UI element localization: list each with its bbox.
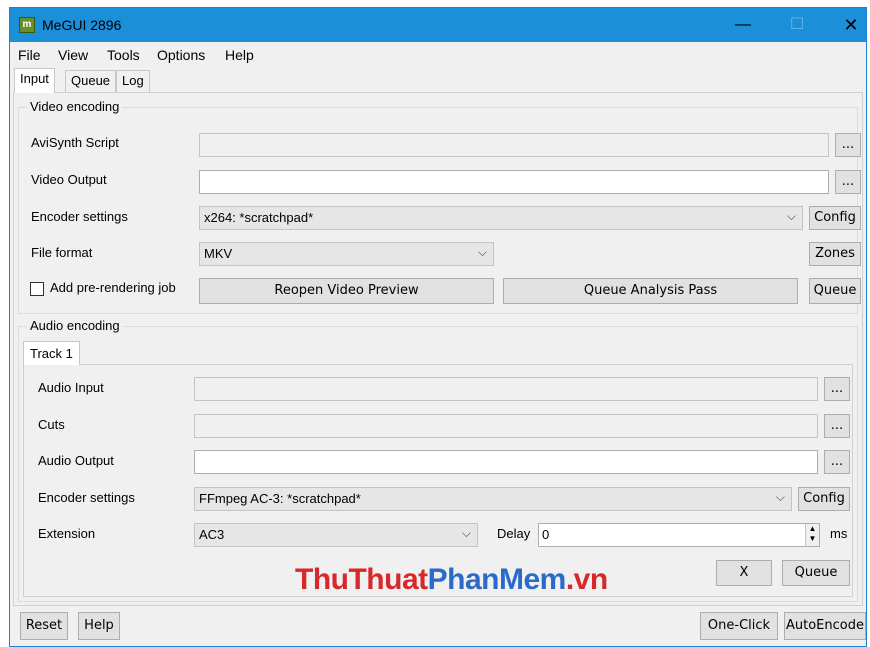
zones-button[interactable]: Zones — [809, 242, 861, 266]
video-output-browse-button[interactable]: ... — [835, 170, 861, 194]
queue-analysis-pass-button[interactable]: Queue Analysis Pass — [503, 278, 798, 304]
cuts-label: Cuts — [38, 417, 65, 432]
auto-encode-button[interactable]: AutoEncode — [784, 612, 866, 640]
audio-input-browse-button[interactable]: ... — [824, 377, 850, 401]
audio-encoding-group: Audio encoding Track 1 Audio Input ... C… — [18, 318, 858, 602]
close-icon[interactable]: ✕ — [828, 8, 870, 42]
video-output-label: Video Output — [31, 172, 107, 187]
delay-value: 0 — [542, 527, 550, 542]
audio-encoder-settings-label: Encoder settings — [38, 490, 135, 505]
minimize-icon[interactable]: — — [720, 8, 766, 42]
extension-value: AC3 — [199, 527, 225, 542]
video-encoder-settings-label: Encoder settings — [31, 209, 128, 224]
chevron-down-icon: ⌵ — [461, 526, 471, 540]
menu-options[interactable]: Options — [157, 47, 205, 63]
audio-encoding-title: Audio encoding — [27, 318, 123, 333]
menu-file[interactable]: File — [18, 47, 41, 63]
tab-queue[interactable]: Queue — [65, 70, 117, 92]
maximize-icon[interactable]: ☐ — [774, 8, 820, 42]
main-tabs: Input Queue Log — [10, 66, 866, 93]
prerender-label: Add pre-rendering job — [50, 280, 176, 295]
megui-app-icon: m — [19, 17, 35, 33]
title-bar: m MeGUI 2896 — ☐ ✕ — [10, 8, 866, 42]
tab-track-1[interactable]: Track 1 — [23, 341, 80, 365]
video-encoder-value: x264: *scratchpad* — [204, 210, 314, 225]
audio-config-button[interactable]: Config — [798, 487, 850, 511]
video-encoding-group: Video encoding AviSynth Script ... Video… — [18, 99, 861, 314]
megui-window: m MeGUI 2896 — ☐ ✕ File View Tools Optio… — [9, 7, 867, 647]
remove-track-button[interactable]: X — [716, 560, 772, 586]
spin-arrows-icon[interactable]: ▲ ▼ — [805, 524, 819, 546]
chevron-down-icon: ⌵ — [786, 209, 796, 223]
input-tab-panel: Video encoding AviSynth Script ... Video… — [13, 92, 863, 606]
menu-tools[interactable]: Tools — [107, 47, 140, 63]
video-encoding-title: Video encoding — [27, 99, 123, 114]
tab-input[interactable]: Input — [14, 68, 55, 93]
audio-output-label: Audio Output — [38, 453, 114, 468]
avisynth-input[interactable] — [199, 133, 829, 157]
audio-queue-button[interactable]: Queue — [782, 560, 850, 586]
extension-label: Extension — [38, 526, 96, 541]
window-title: MeGUI 2896 — [42, 17, 122, 33]
menu-help[interactable]: Help — [225, 47, 254, 63]
cuts-browse-button[interactable]: ... — [824, 414, 850, 438]
audio-input-field[interactable] — [194, 377, 818, 401]
menu-view[interactable]: View — [58, 47, 88, 63]
delay-unit-label: ms — [830, 526, 848, 541]
audio-output-field[interactable] — [194, 450, 818, 474]
file-format-select[interactable]: MKV ⌵ — [199, 242, 494, 266]
help-button[interactable]: Help — [78, 612, 120, 640]
one-click-button[interactable]: One-Click — [700, 612, 778, 640]
reset-button[interactable]: Reset — [20, 612, 68, 640]
chevron-down-icon: ⌵ — [477, 245, 487, 259]
avisynth-label: AviSynth Script — [31, 135, 119, 150]
file-format-label: File format — [31, 245, 93, 260]
menu-bar: File View Tools Options Help — [10, 42, 866, 66]
watermark-logo: ThuThuatPhanMem.vn — [295, 563, 608, 596]
delay-label: Delay — [497, 526, 531, 541]
reopen-video-preview-button[interactable]: Reopen Video Preview — [199, 278, 494, 304]
audio-encoder-select[interactable]: FFmpeg AC-3: *scratchpad* ⌵ — [194, 487, 792, 511]
video-config-button[interactable]: Config — [809, 206, 861, 230]
video-encoder-select[interactable]: x264: *scratchpad* ⌵ — [199, 206, 803, 230]
extension-select[interactable]: AC3 ⌵ — [194, 523, 478, 547]
cuts-field[interactable] — [194, 414, 818, 438]
avisynth-browse-button[interactable]: ... — [835, 133, 861, 157]
video-queue-button[interactable]: Queue — [809, 278, 861, 304]
audio-encoder-value: FFmpeg AC-3: *scratchpad* — [199, 491, 361, 506]
audio-input-label: Audio Input — [38, 380, 104, 395]
chevron-down-icon: ⌵ — [775, 490, 785, 504]
tab-log[interactable]: Log — [116, 70, 150, 92]
prerender-checkbox[interactable] — [30, 282, 44, 296]
file-format-value: MKV — [204, 246, 233, 261]
audio-output-browse-button[interactable]: ... — [824, 450, 850, 474]
delay-stepper[interactable]: 0 ▲ ▼ — [538, 523, 820, 547]
video-output-input[interactable] — [199, 170, 829, 194]
